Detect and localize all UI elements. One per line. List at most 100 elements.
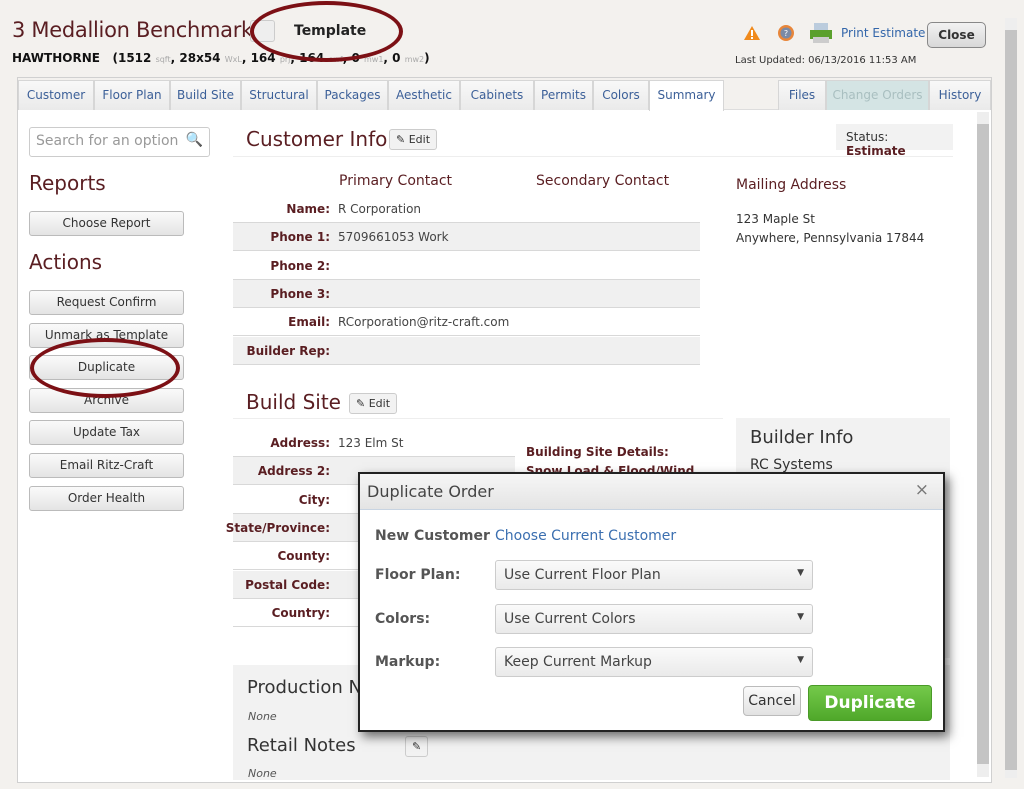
floor-plan-select[interactable]: Use Current Floor Plan ▼ (495, 560, 813, 590)
markup-label: Markup: (375, 654, 441, 670)
reports-heading: Reports (29, 171, 106, 195)
builder-info-heading: Builder Info (750, 427, 854, 448)
colors-select[interactable]: Use Current Colors ▼ (495, 603, 813, 634)
row-label: Country: (271, 605, 330, 620)
action-update-tax-button[interactable]: Update Tax (29, 420, 184, 446)
svg-text:?: ? (784, 29, 788, 38)
primary-contact-heading: Primary Contact (339, 173, 453, 189)
action-email-ritz-craft-button[interactable]: Email Ritz-Craft (29, 453, 184, 478)
window-scrollbar[interactable] (1005, 18, 1017, 778)
tab-files[interactable]: Files (778, 80, 826, 110)
tab-cabinets[interactable]: Cabinets (460, 80, 534, 110)
spec-item: 28x54 WxL, (179, 51, 251, 65)
row-label: Email: (288, 315, 330, 330)
tab-structural[interactable]: Structural (241, 80, 317, 110)
spec-item: 0 mw2 (392, 51, 425, 65)
tab-floor-plan[interactable]: Floor Plan (94, 80, 170, 110)
tab-packages[interactable]: Packages (317, 80, 388, 110)
retail-notes-value: None (248, 767, 277, 780)
info-row: Email: RCorporation@ritz-craft.com (233, 308, 700, 337)
help-icon[interactable]: ? (777, 24, 795, 42)
content-scrollbar-thumb[interactable] (977, 124, 989, 764)
choose-current-customer-link[interactable]: Choose Current Customer (495, 528, 676, 544)
builder-name: RC Systems (750, 457, 833, 473)
build-site-heading: Build Site (246, 390, 341, 414)
chevron-down-icon: ▼ (797, 611, 804, 622)
tab-build-site[interactable]: Build Site (170, 80, 241, 110)
tab-change-orders[interactable]: Change Orders (826, 80, 929, 110)
row-value: 5709661053 Work (338, 230, 449, 245)
search-icon: 🔍 (185, 132, 203, 148)
tab-colors[interactable]: Colors (593, 80, 649, 110)
info-row: Phone 2: (233, 252, 700, 280)
row-label: Address: (270, 436, 330, 450)
row-value: R Corporation (338, 202, 422, 216)
new-customer-label: New Customer (375, 528, 490, 544)
row-label: Builder Rep: (246, 343, 330, 358)
printer-icon[interactable] (809, 22, 833, 44)
chevron-down-icon: ▼ (797, 655, 804, 665)
info-row: Name: R Corporation (233, 195, 700, 223)
row-label: City: (298, 492, 330, 507)
info-row: Address: 123 Elm St (233, 429, 515, 457)
info-row: Phone 1: 5709661053 Work (233, 223, 700, 252)
chevron-down-icon: ▼ (797, 568, 804, 578)
close-button[interactable]: Close (927, 22, 986, 48)
model-name: HAWTHORNE (12, 51, 100, 65)
mailing-address: 123 Maple St Anywhere, Pennsylvania 17844 (736, 212, 925, 245)
production-notes-value: None (248, 710, 277, 723)
tab-aesthetic[interactable]: Aesthetic (388, 80, 460, 110)
highlight-ellipse-template (250, 1, 403, 62)
dialog-close-icon[interactable]: × (915, 480, 929, 500)
status-badge: Status: Estimate (836, 124, 953, 158)
actions-heading: Actions (29, 250, 103, 274)
retail-notes-heading: Retail Notes (247, 735, 356, 756)
tab-customer[interactable]: Customer (18, 80, 94, 110)
row-label: Phone 2: (270, 258, 330, 273)
header-icons: ? Print Estimate (743, 22, 925, 44)
action-request-confirm-button[interactable]: Request Confirm (29, 290, 184, 315)
edit-build-site-button[interactable]: ✎ Edit (349, 393, 398, 414)
info-row: Phone 3: (233, 279, 700, 308)
row-label: Phone 1: (270, 230, 330, 245)
info-row: Builder Rep: (233, 336, 700, 365)
dialog-title: Duplicate Order (367, 482, 494, 501)
row-value: 123 Elm St (338, 436, 404, 450)
row-label: Phone 3: (270, 286, 330, 301)
last-updated: Last Updated: 06/13/2016 11:53 AM (735, 55, 917, 66)
choose-report-button[interactable]: Choose Report (29, 211, 184, 236)
content-scrollbar[interactable] (977, 112, 989, 777)
tab-summary[interactable]: Summary (649, 80, 724, 111)
colors-label: Colors: (375, 610, 431, 627)
warning-icon[interactable] (743, 25, 761, 41)
dialog-title-bar: Duplicate Order × (360, 474, 943, 510)
row-value: RCorporation@ritz-craft.com (338, 315, 510, 330)
building-site-details-label: Building Site Details: (526, 445, 669, 459)
spec-item: 1512 sqft, (117, 51, 180, 65)
row-label: Name: (286, 202, 330, 216)
pencil-icon: ✎ (412, 740, 422, 753)
duplicate-order-dialog: Duplicate Order × New Customer Choose Cu… (358, 472, 945, 732)
mailing-address-heading: Mailing Address (736, 177, 847, 193)
highlight-ellipse-duplicate (30, 338, 180, 398)
secondary-contact-heading: Secondary Contact (536, 173, 670, 189)
row-label: Postal Code: (245, 577, 330, 592)
duplicate-submit-button[interactable]: Duplicate (808, 685, 932, 721)
cancel-button[interactable]: Cancel (743, 686, 801, 716)
row-label: State/Province: (225, 520, 330, 535)
floor-plan-label: Floor Plan: (375, 567, 461, 583)
action-order-health-button[interactable]: Order Health (29, 485, 184, 511)
option-search-input[interactable]: Search for an option 🔍 (29, 127, 210, 157)
tab-bar: Customer Floor Plan Build Site Structural Pa… (18, 78, 991, 111)
edit-customer-button[interactable]: ✎ Edit (389, 129, 438, 150)
edit-retail-notes-button[interactable]: ✎ (405, 736, 429, 757)
row-label: County: (277, 549, 331, 564)
markup-select[interactable]: Keep Current Markup ▼ (495, 647, 813, 677)
row-label: Address 2: (257, 464, 330, 479)
tab-history[interactable]: History (929, 80, 991, 110)
print-estimate-link[interactable]: Print Estimate (841, 26, 925, 40)
customer-info-heading: Customer Info (246, 127, 388, 151)
page-title: 3 Medallion Benchmark (12, 18, 253, 42)
tab-permits[interactable]: Permits (534, 80, 593, 110)
window-scrollbar-thumb[interactable] (1005, 30, 1017, 770)
